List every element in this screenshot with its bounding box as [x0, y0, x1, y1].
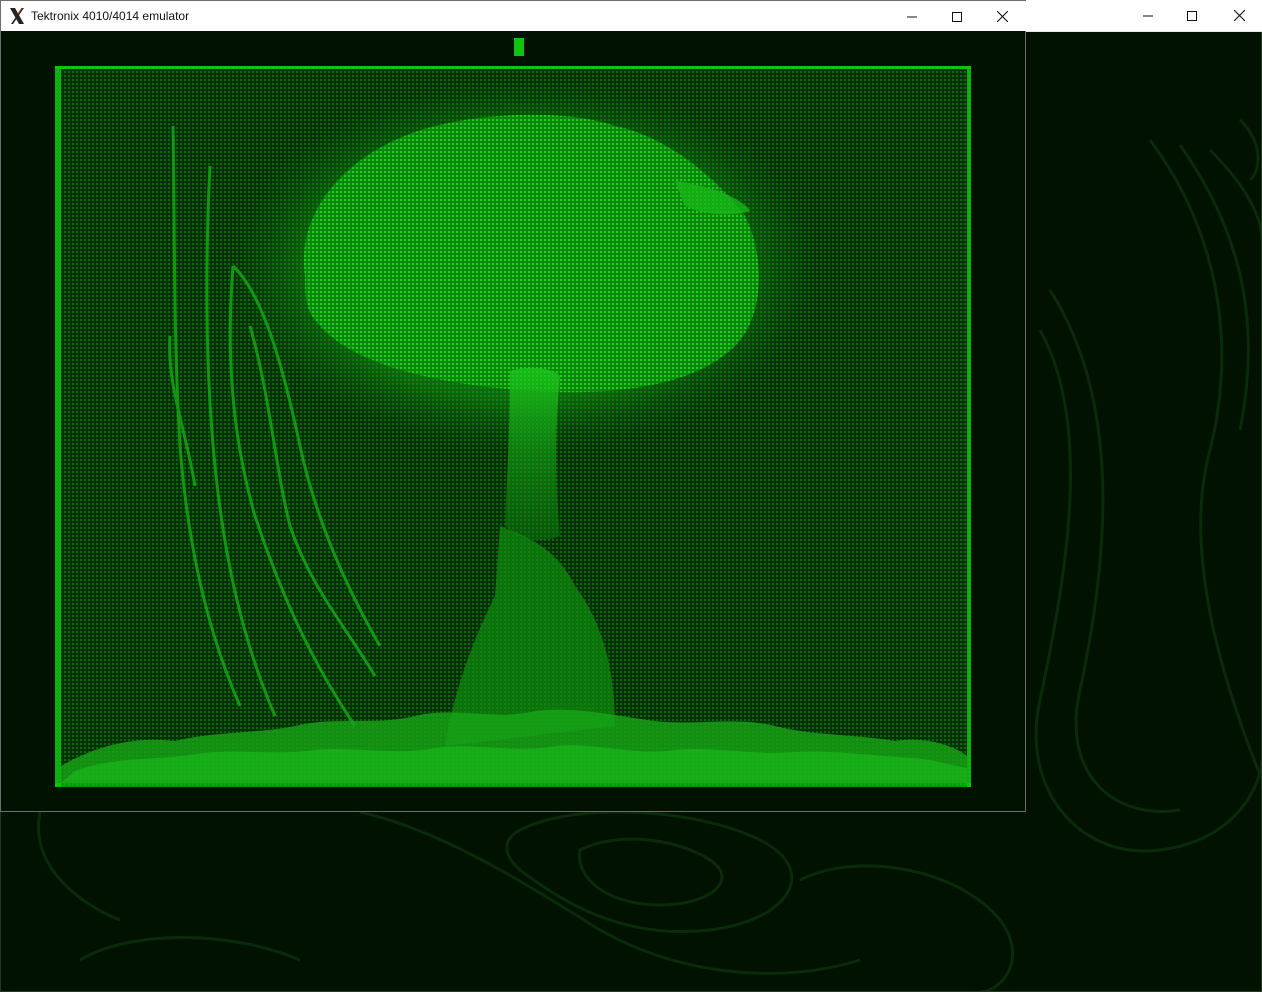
outer-minimize-button[interactable]	[1125, 0, 1171, 31]
window-title: Tektronix 4010/4014 emulator	[31, 9, 190, 23]
close-icon	[1233, 10, 1245, 21]
mushroom-cloud-image	[55, 66, 971, 787]
outer-close-button[interactable]	[1216, 0, 1262, 31]
terminal-cursor	[514, 38, 524, 56]
emulator-titlebar[interactable]: Tektronix 4010/4014 emulator	[1, 0, 1026, 31]
close-button[interactable]	[979, 1, 1025, 32]
x-logo-icon	[10, 7, 24, 24]
maximize-icon	[1187, 10, 1197, 21]
outer-window-titlebar[interactable]	[1026, 0, 1262, 32]
maximize-icon	[952, 11, 962, 22]
emulator-window: Tektronix 4010/4014 emulator	[0, 0, 1026, 812]
minimize-icon	[1143, 15, 1153, 16]
outer-maximize-button[interactable]	[1169, 0, 1215, 31]
minimize-icon	[907, 16, 917, 17]
minimize-button[interactable]	[889, 1, 935, 32]
maximize-button[interactable]	[934, 1, 980, 32]
close-icon	[996, 11, 1008, 22]
